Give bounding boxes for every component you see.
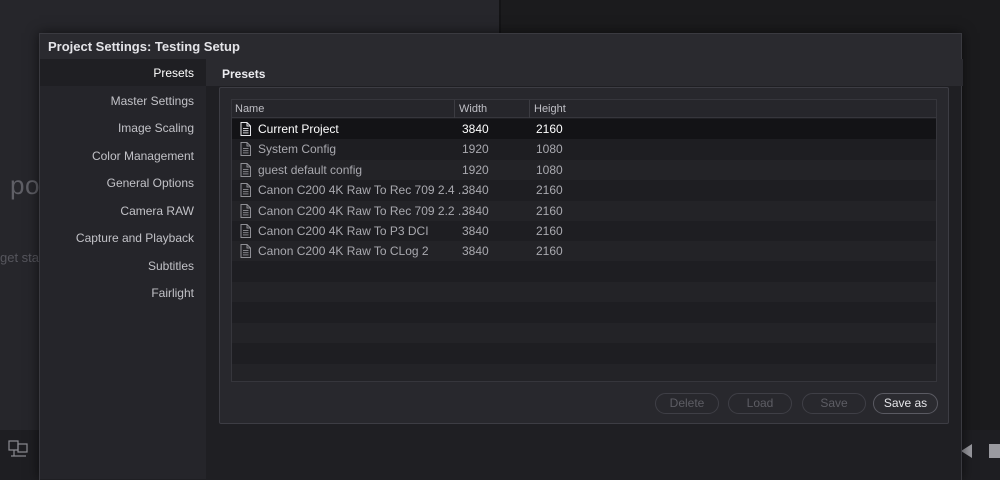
sidebar-item-capture-and-playback[interactable]: Capture and Playback — [34, 231, 194, 245]
cell-width: 3840 — [462, 183, 489, 198]
cell-width: 3840 — [462, 224, 489, 238]
save-button[interactable]: Save — [802, 393, 866, 414]
cell-name: Canon C200 4K Raw To P3 DCI — [258, 224, 429, 238]
sidebar-item-color-management[interactable]: Color Management — [34, 149, 194, 163]
column-header-width[interactable]: Width — [459, 103, 487, 115]
column-header-height[interactable]: Height — [534, 103, 566, 115]
table-row[interactable]: Canon C200 4K Raw To Rec 709 2.4 ... 3840… — [232, 180, 936, 201]
sidebar-item-image-scaling[interactable]: Image Scaling — [34, 121, 194, 135]
column-divider[interactable] — [454, 100, 455, 118]
document-icon — [240, 162, 251, 177]
delete-button[interactable]: Delete — [655, 393, 719, 414]
table-row[interactable]: guest default config 1920 1080 — [232, 159, 936, 180]
column-header-name[interactable]: Name — [235, 103, 264, 115]
sidebar-item-subtitles[interactable]: Subtitles — [34, 259, 194, 273]
cell-name: Canon C200 4K Raw To Rec 709 2.4 ... — [258, 183, 468, 198]
layout-icon[interactable] — [8, 440, 30, 458]
table-header: Name Width Height — [232, 100, 936, 118]
table-row[interactable]: Canon C200 4K Raw To Rec 709 2.2 ... 3840… — [232, 200, 936, 221]
cell-name: System Config — [258, 142, 337, 157]
table-row[interactable]: Canon C200 4K Raw To CLog 2 3840 2160 — [232, 241, 936, 262]
table-row[interactable]: System Config 1920 1080 — [232, 139, 936, 160]
sidebar-item-fairlight[interactable]: Fairlight — [34, 286, 194, 300]
cell-name: guest default config — [258, 162, 363, 177]
cell-width: 3840 — [462, 203, 489, 218]
empty-table-row — [232, 343, 936, 364]
cell-height: 2160 — [536, 224, 563, 238]
empty-table-row — [232, 323, 936, 343]
document-icon — [240, 122, 251, 136]
cell-width: 3840 — [462, 244, 489, 259]
dialog-title: Project Settings: Testing Setup — [40, 34, 961, 59]
sidebar-item-camera-raw[interactable]: Camera RAW — [34, 204, 194, 218]
cell-height: 1080 — [536, 162, 563, 177]
sidebar-item-master-settings[interactable]: Master Settings — [34, 94, 194, 108]
empty-table-row — [232, 261, 936, 282]
cell-name: Current Project — [258, 122, 339, 136]
empty-table-row — [232, 302, 936, 323]
cell-height: 2160 — [536, 122, 563, 136]
document-icon — [240, 183, 251, 198]
cell-height: 2160 — [536, 183, 563, 198]
background-divider — [499, 0, 501, 36]
settings-sidebar: Presets Master Settings Image Scaling Co… — [40, 59, 206, 479]
document-icon — [240, 244, 251, 259]
sidebar-item-general-options[interactable]: General Options — [34, 176, 194, 190]
presets-table: Name Width Height Current Project 3840 216… — [231, 99, 937, 382]
document-icon — [240, 142, 251, 157]
cell-name: Canon C200 4K Raw To CLog 2 — [258, 244, 429, 259]
cell-width: 1920 — [462, 142, 489, 157]
cell-name: Canon C200 4K Raw To Rec 709 2.2 ... — [258, 203, 468, 218]
cell-height: 1080 — [536, 142, 563, 157]
table-row[interactable]: Canon C200 4K Raw To P3 DCI 3840 2160 — [232, 221, 936, 241]
empty-table-row — [232, 363, 936, 381]
sidebar-item-presets[interactable]: Presets — [34, 66, 194, 80]
document-icon — [240, 203, 251, 218]
load-button[interactable]: Load — [728, 393, 792, 414]
save-as-button[interactable]: Save as — [873, 393, 938, 414]
cell-width: 3840 — [462, 122, 489, 136]
document-icon — [240, 224, 251, 238]
project-settings-dialog: Project Settings: Testing Setup Presets … — [39, 33, 963, 480]
empty-table-row — [232, 282, 936, 303]
table-row[interactable]: Current Project 3840 2160 — [232, 119, 936, 139]
content-header: Presets — [206, 59, 963, 86]
cell-height: 2160 — [536, 244, 563, 259]
stop-icon[interactable] — [989, 444, 1000, 458]
presets-panel: Name Width Height Current Project 3840 216… — [219, 87, 949, 424]
column-divider[interactable] — [529, 100, 530, 118]
cell-width: 1920 — [462, 162, 489, 177]
cell-height: 2160 — [536, 203, 563, 218]
